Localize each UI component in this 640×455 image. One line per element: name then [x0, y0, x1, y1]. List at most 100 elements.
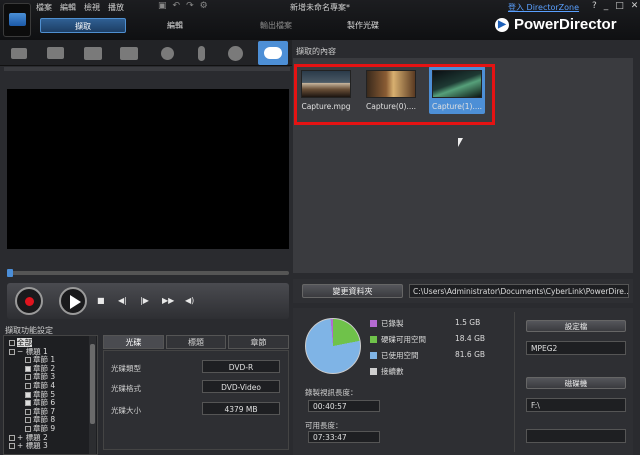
preview-window — [7, 89, 289, 249]
maximize-icon[interactable]: □ — [615, 1, 624, 11]
minimize-icon[interactable]: _ — [604, 1, 609, 11]
microphone-icon[interactable] — [190, 43, 212, 63]
legend-label: 接續數 — [381, 367, 404, 376]
window-controls: ? _ □ ✕ — [592, 1, 638, 11]
legend-swatch — [370, 352, 377, 359]
title-chapter-tree: 全部 − 標題 1 章節 1 章節 2 章節 3 章節 4 章節 5 章節 6 章節 7 章節 8… — [3, 335, 98, 455]
recorded-length-label: 錄製視訊長度： — [305, 388, 358, 397]
tree-checkbox[interactable] — [25, 408, 31, 415]
next-frame-icon[interactable]: |▶ — [140, 296, 149, 305]
volume-icon[interactable]: ◀) — [185, 296, 194, 305]
stop-icon[interactable]: ■ — [97, 296, 105, 305]
menu-file[interactable]: 檔案 — [36, 2, 52, 12]
tree-checkbox[interactable] — [9, 348, 15, 355]
tab-chapter-properties[interactable]: 章節 — [228, 335, 289, 349]
tab-disc-properties[interactable]: 光碟 — [103, 335, 164, 349]
webcam-icon[interactable] — [156, 43, 178, 63]
divider — [514, 312, 515, 452]
folder-path-field: C:\Users\Administrator\Documents\CyberLi… — [409, 284, 629, 298]
legend-swatch — [370, 368, 377, 375]
change-folder-button[interactable]: 變更資料夾 — [302, 284, 403, 298]
record-button[interactable] — [15, 287, 43, 315]
help-icon[interactable]: ? — [592, 1, 597, 11]
playback-controls: ■ ◀| |▶ ▶▶ ◀) — [7, 283, 289, 319]
legend-value: 18.4 GB — [455, 334, 486, 343]
brand: ▶ PowerDirector — [495, 16, 617, 33]
expand-icon[interactable]: + — [17, 441, 26, 450]
tree-checkbox[interactable] — [25, 426, 31, 432]
disc-format-value: DVD-Video — [202, 380, 280, 393]
legend-item: 已使用空間 — [370, 350, 419, 361]
menu-bar: 檔案 編輯 檢視 播放 — [36, 2, 124, 12]
save-icon[interactable]: ▣ — [158, 1, 167, 11]
tree-checkbox[interactable] — [9, 340, 15, 346]
fast-forward-icon[interactable]: ▶▶ — [162, 296, 174, 305]
menu-play[interactable]: 播放 — [108, 2, 124, 12]
tab-capture[interactable]: 擷取 — [40, 18, 126, 33]
mouse-cursor-icon — [458, 138, 463, 147]
digital-tv-icon[interactable] — [118, 43, 140, 63]
record-icon — [25, 297, 34, 306]
highlight-box — [294, 64, 495, 125]
divider — [4, 67, 290, 71]
brand-name: PowerDirector — [514, 16, 617, 33]
brand-logo-icon: ▶ — [495, 17, 509, 32]
expand-icon[interactable]: − — [17, 347, 26, 356]
tree-checkbox[interactable] — [25, 365, 31, 372]
legend-item: 接續數 — [370, 366, 404, 377]
profile-button[interactable]: 設定檔 — [526, 320, 626, 332]
disc-icon[interactable] — [224, 43, 246, 63]
legend-item: 已錄製 — [370, 318, 404, 329]
tree-checkbox[interactable] — [25, 417, 31, 424]
menu-edit[interactable]: 編輯 — [60, 2, 76, 12]
tab-title-properties[interactable]: 標題 — [166, 335, 226, 349]
legend-label: 硬碟可用空間 — [381, 335, 426, 344]
legend-swatch — [370, 320, 377, 327]
disc-type-label: 光碟類型 — [111, 364, 141, 373]
tab-output[interactable]: 輸出檔案 — [236, 18, 316, 33]
play-icon — [70, 295, 81, 309]
property-tabs: 光碟 標題 章節 — [103, 335, 289, 349]
tree-item-label: 標題 3 — [25, 441, 48, 451]
undo-icon[interactable]: ↶ — [173, 1, 181, 11]
legend-item: 硬碟可用空間 — [370, 334, 426, 345]
tree-scrollbar-thumb[interactable] — [90, 344, 95, 424]
tv-icon[interactable] — [82, 43, 104, 63]
tree-checkbox[interactable] — [25, 400, 31, 407]
settings-icon[interactable]: ⚙ — [200, 1, 208, 11]
hdv-camcorder-icon[interactable] — [44, 43, 66, 63]
disc-size-label: 光碟大小 — [111, 406, 141, 415]
optical-disc-capture-icon[interactable] — [258, 41, 288, 65]
menu-view[interactable]: 檢視 — [84, 2, 100, 12]
tree-checkbox[interactable] — [25, 374, 31, 381]
directorzone-link[interactable]: 登入 DirectorZone — [508, 2, 579, 13]
tree-item[interactable]: + 標題 3 — [9, 442, 48, 450]
dv-camcorder-icon[interactable] — [8, 43, 30, 63]
drive-value: F:\ — [526, 398, 626, 412]
timeline-scrubber[interactable] — [7, 271, 289, 275]
legend-swatch — [370, 336, 377, 343]
disc-properties: 光碟類型 DVD-R 光碟格式 DVD-Video 光碟大小 4379 MB — [103, 350, 289, 450]
project-title: 新增未命名專案* — [290, 3, 350, 12]
available-length-value: 07:33:47 — [308, 431, 380, 443]
captured-content-label: 擷取的內容 — [296, 47, 336, 56]
tree-checkbox[interactable] — [25, 357, 31, 364]
redo-icon[interactable]: ↷ — [186, 1, 194, 11]
tab-disc[interactable]: 製作光碟 — [323, 18, 403, 33]
recorded-length-value: 00:40:57 — [308, 400, 380, 412]
tree-checkbox[interactable] — [25, 391, 31, 398]
drive-button[interactable]: 磁碟機 — [526, 377, 626, 389]
scrubber-handle[interactable] — [7, 269, 13, 277]
legend-value: 81.6 GB — [455, 350, 486, 359]
close-icon[interactable]: ✕ — [631, 1, 639, 11]
previous-frame-icon[interactable]: ◀| — [118, 296, 127, 305]
tab-edit[interactable]: 編輯 — [140, 18, 210, 33]
quick-toolbar: ▣ ↶ ↷ ⚙ — [158, 1, 208, 11]
capture-source-bar — [0, 40, 292, 66]
storage-pie-chart — [305, 318, 361, 374]
tree-checkbox[interactable] — [25, 383, 31, 389]
play-button[interactable] — [59, 287, 87, 315]
extra-field — [526, 429, 626, 443]
tree-checkbox[interactable] — [9, 443, 15, 450]
tree-checkbox[interactable] — [9, 434, 15, 441]
